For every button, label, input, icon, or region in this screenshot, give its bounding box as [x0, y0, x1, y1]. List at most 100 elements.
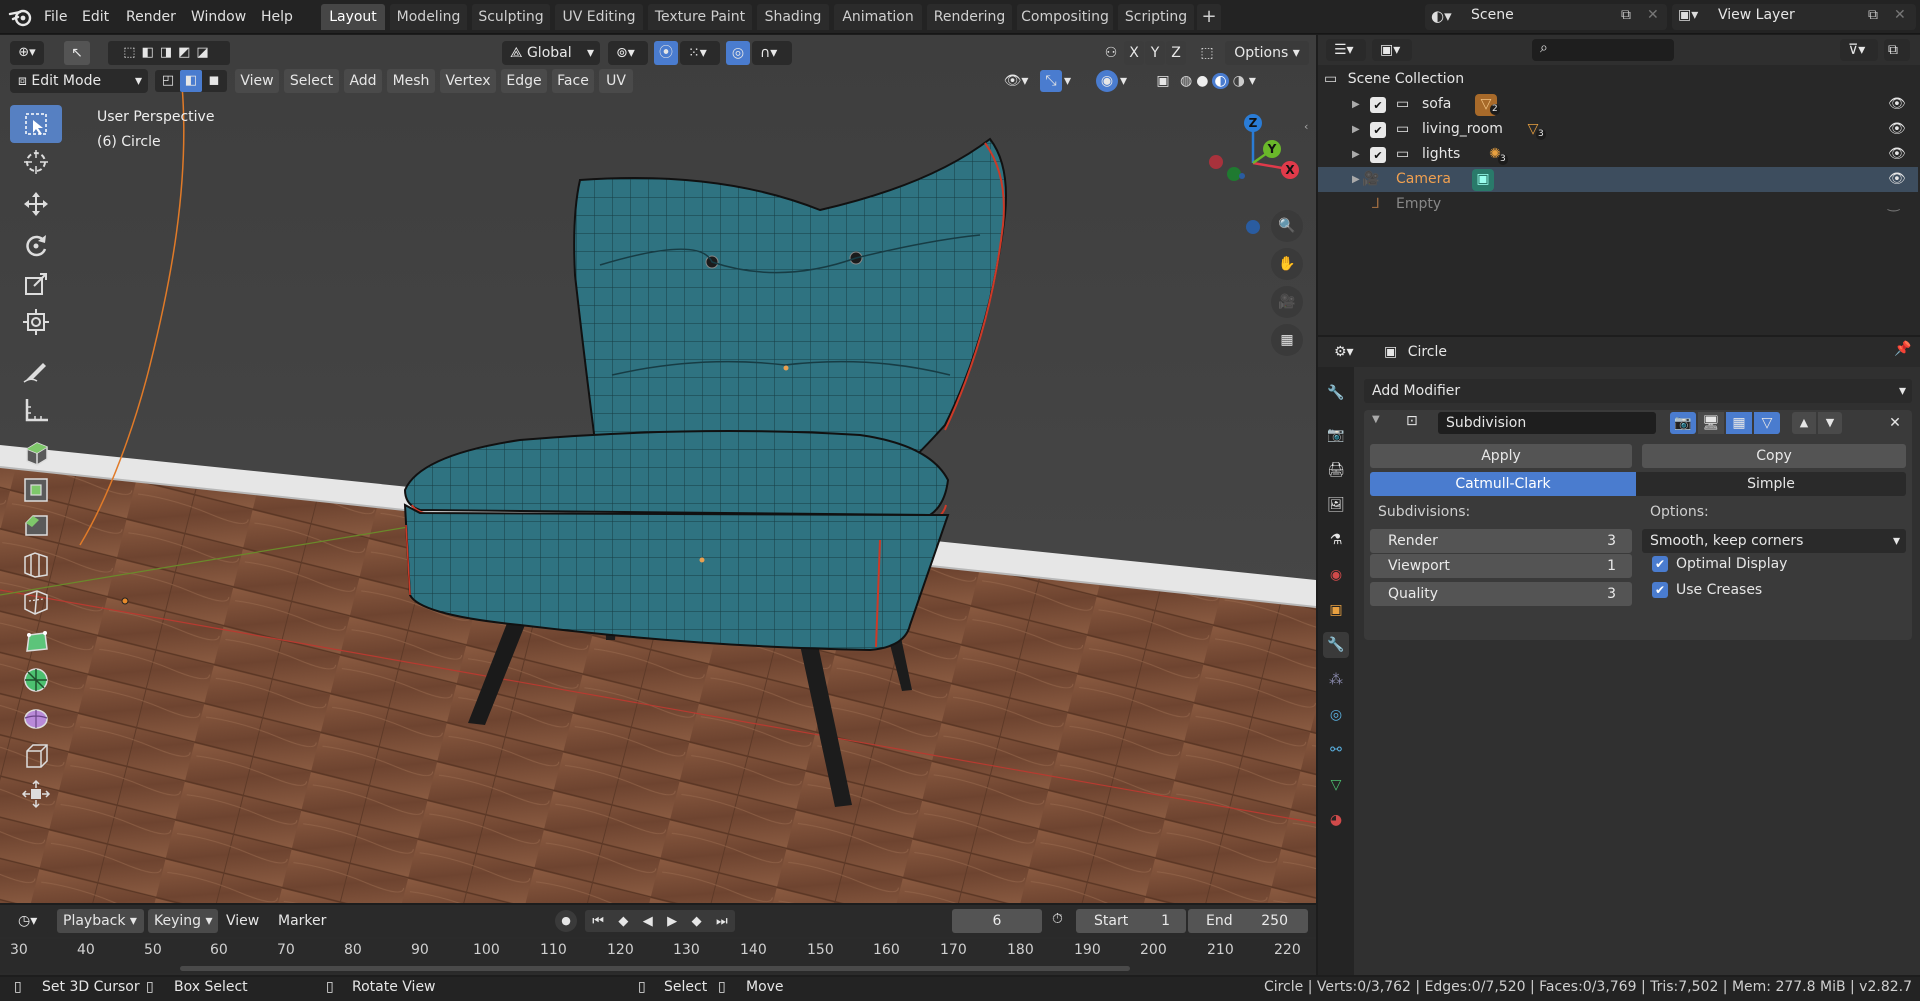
optimal-display-checkbox[interactable]: ✔ Optimal Display [1652, 556, 1787, 572]
menu-select[interactable]: Select [284, 69, 339, 93]
blender-logo-icon[interactable] [8, 6, 36, 28]
vertex-select-icon[interactable]: ◰ [157, 70, 179, 92]
render-levels-field[interactable]: Render 3 [1370, 529, 1632, 553]
material-tab-icon[interactable]: ◕ [1323, 807, 1349, 833]
edge-slide-icon[interactable] [10, 737, 62, 775]
menu-file[interactable]: File [44, 6, 67, 28]
menu-edge[interactable]: Edge [501, 69, 547, 93]
show-render-toggle[interactable]: 📷 [1670, 412, 1696, 434]
play-icon[interactable]: ▶ [667, 914, 677, 929]
menu-mesh[interactable]: Mesh [387, 69, 435, 93]
algorithm-simple[interactable]: Simple [1636, 472, 1906, 496]
extrude-tool-icon[interactable] [10, 433, 62, 471]
overlay-dropdown[interactable]: ▾ [1120, 70, 1134, 92]
apply-button[interactable]: Apply [1370, 444, 1632, 468]
world-tab-icon[interactable]: ◉ [1323, 562, 1349, 588]
menu-playback[interactable]: Playback ▾ [57, 909, 144, 933]
inset-faces-icon[interactable] [10, 471, 62, 509]
outliner-item-camera[interactable]: ▶ 🎥 Camera ▣ 👁 [1318, 167, 1918, 192]
show-viewport-toggle[interactable]: 🖥 [1698, 412, 1724, 434]
view-layer-tab-icon[interactable]: 🖼 [1323, 492, 1349, 518]
zoom-icon[interactable]: 🔍 [1271, 210, 1303, 242]
tab-scripting[interactable]: Scripting [1118, 4, 1194, 30]
overlay-toggle[interactable]: ◉ [1096, 70, 1118, 92]
gizmo-toggle[interactable]: ⤡ [1040, 70, 1062, 92]
modifier-name-field[interactable]: Subdivision [1438, 412, 1656, 434]
properties-editor-type[interactable]: ⚙▾ [1326, 341, 1366, 363]
frame-scrollbar[interactable] [180, 966, 1130, 971]
visibility-dropdown[interactable]: 👁▾ [1000, 70, 1032, 92]
display-mode-dropdown[interactable]: ▣▾ [1372, 39, 1412, 61]
move-tool-icon[interactable] [10, 185, 62, 223]
tab-sculpting[interactable]: Sculpting [472, 4, 550, 30]
outliner-item-sofa[interactable]: ▶ ✔ ▭ sofa ▽ 2 👁 [1318, 92, 1918, 117]
collapse-arrow-icon[interactable]: ▼ [1372, 414, 1380, 425]
render-tab-icon[interactable]: 📷 [1323, 422, 1349, 448]
tab-modeling[interactable]: Modeling [390, 4, 467, 30]
new-collection-icon[interactable]: ⧉ [1884, 39, 1910, 61]
expand-arrow-icon[interactable]: ▶ [1352, 117, 1360, 142]
menu-timeline-view[interactable]: View [226, 913, 259, 929]
menu-marker[interactable]: Marker [278, 913, 326, 929]
modifier-tab-icon[interactable]: 🔧 [1323, 632, 1349, 658]
visibility-eye-icon[interactable]: 👁 [1888, 142, 1906, 167]
falloff-dropdown[interactable]: ∩▾ [752, 41, 792, 65]
auto-keying-icon[interactable]: ● [555, 910, 577, 932]
algorithm-catmull-clark[interactable]: Catmull-Clark [1370, 472, 1636, 496]
pivot-dropdown[interactable]: ⊚▾ [608, 41, 648, 65]
transform-tool-icon[interactable] [10, 303, 62, 341]
shading-buttons[interactable]: ◍ ● ◐ ◑ ▾ [1180, 70, 1300, 92]
expand-arrow-icon[interactable]: ▶ [1352, 92, 1360, 117]
material-shading-icon[interactable]: ◐ [1212, 73, 1229, 89]
xray-toggle[interactable]: ▣ [1152, 70, 1174, 92]
snap-target-dropdown[interactable]: ⁙▾ [680, 41, 720, 65]
annotate-tool-icon[interactable] [10, 351, 62, 389]
mirror-icon[interactable]: ⚇ [1100, 41, 1122, 65]
tool-tab-icon[interactable]: 🔧 [1323, 380, 1349, 406]
menu-render[interactable]: Render [126, 6, 176, 28]
tab-rendering[interactable]: Rendering [927, 4, 1012, 30]
rotate-tool-icon[interactable] [10, 227, 62, 265]
menu-window[interactable]: Window [191, 6, 246, 28]
remove-modifier-icon[interactable]: ✕ [1884, 412, 1906, 434]
visibility-eye-icon[interactable]: 👁 [1888, 167, 1906, 192]
quality-field[interactable]: Quality 3 [1370, 582, 1632, 606]
mirror-x-toggle[interactable]: X [1124, 41, 1144, 65]
measure-tool-icon[interactable] [10, 391, 62, 429]
outliner-item-lights[interactable]: ▶ ✔ ▭ lights ✺ 3 👁 [1318, 142, 1918, 167]
tab-layout[interactable]: Layout [321, 4, 385, 30]
outliner-search-input[interactable]: ⌕ [1532, 39, 1674, 61]
expand-arrow-icon[interactable]: ▶ [1352, 142, 1360, 167]
move-up-icon[interactable]: ▲ [1792, 412, 1816, 434]
tab-shading[interactable]: Shading [757, 4, 829, 30]
object-tab-icon[interactable]: ▣ [1323, 597, 1349, 623]
play-reverse-icon[interactable]: ◀ [643, 914, 653, 929]
tab-animation[interactable]: Animation [834, 4, 922, 30]
menu-edit[interactable]: Edit [82, 6, 109, 28]
timeline-editor-type[interactable]: ◷▾ [10, 909, 50, 933]
next-keyframe-icon[interactable]: ◆ [692, 914, 702, 929]
shrink-fatten-icon[interactable] [10, 775, 62, 813]
knife-tool-icon[interactable] [10, 583, 62, 621]
cursor-tool-icon[interactable] [10, 143, 62, 181]
show-cage-toggle[interactable]: ▽ [1754, 412, 1780, 434]
current-frame-field[interactable]: 6 [952, 909, 1042, 933]
start-frame-field[interactable]: Start 1 [1076, 909, 1186, 933]
outliner-item-empty[interactable]: ⅃ Empty ‿ [1318, 192, 1918, 217]
data-tab-icon[interactable]: ▽ [1323, 772, 1349, 798]
hidden-eye-icon[interactable]: ‿ [1888, 192, 1899, 217]
spin-tool-icon[interactable] [10, 661, 62, 699]
menu-view[interactable]: View [235, 69, 279, 93]
tab-compositing[interactable]: Compositing [1017, 4, 1113, 30]
edge-select-icon[interactable]: ◧ [180, 70, 202, 92]
shading-dropdown-icon[interactable]: ▾ [1249, 73, 1256, 89]
transform-orientation-dropdown[interactable]: ⟁ Global ▾ [502, 41, 600, 65]
uv-smooth-dropdown[interactable]: Smooth, keep corners ▾ [1642, 529, 1906, 553]
new-view-layer-icon[interactable]: ⧉ [1868, 7, 1878, 23]
move-down-icon[interactable]: ▼ [1818, 412, 1842, 434]
exclude-checkbox[interactable]: ✔ [1370, 122, 1386, 138]
mode-dropdown[interactable]: ⧈ Edit Mode ▾ [10, 69, 148, 93]
collapse-sidebar-icon[interactable]: ‹ [1304, 120, 1308, 133]
loop-cut-icon[interactable] [10, 545, 62, 583]
prev-keyframe-icon[interactable]: ◆ [618, 914, 628, 929]
